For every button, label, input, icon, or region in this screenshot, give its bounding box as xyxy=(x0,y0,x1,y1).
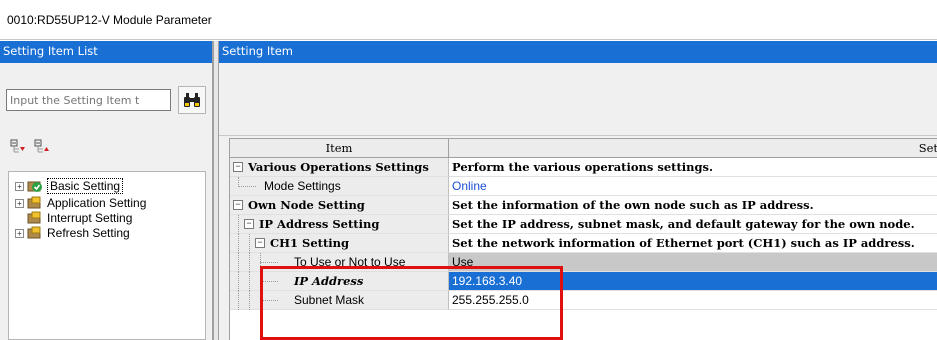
row-value: Perform the various operations settings. xyxy=(449,158,937,177)
row-item-cell: To Use or Not to Use xyxy=(230,253,449,272)
row-item-label: CH1 Setting xyxy=(270,236,350,250)
expand-toggle[interactable]: + xyxy=(15,228,24,238)
row-item-label: Various Operations Settings xyxy=(248,160,429,174)
grid-row[interactable]: Mode Settings Online xyxy=(230,177,937,196)
setting-item-list-header: Setting Item List xyxy=(0,41,212,63)
folder-icon xyxy=(27,196,41,209)
grid-row[interactable]: − CH1 Setting Set the network informatio… xyxy=(230,234,937,253)
grid-row-selected[interactable]: IP Address 192.168.3.40 xyxy=(230,272,937,291)
column-header-setting[interactable]: Set xyxy=(449,139,937,158)
tree-item-interrupt-setting[interactable]: Interrupt Setting xyxy=(27,210,132,226)
setting-grid: Item Set − Various Operations Settings P… xyxy=(229,138,937,340)
tree-tools xyxy=(10,139,50,155)
row-value[interactable]: Use xyxy=(449,253,937,272)
row-value: Set the network information of Ethernet … xyxy=(449,234,937,253)
tree-label: Refresh Setting xyxy=(47,226,130,240)
grid-header: Item Set xyxy=(230,139,937,158)
grid-row[interactable]: To Use or Not to Use Use xyxy=(230,253,937,272)
row-value: Set the information of the own node such… xyxy=(449,196,937,215)
row-item-cell: − Own Node Setting xyxy=(230,196,449,215)
setting-toolbar-area xyxy=(219,63,937,136)
tree-label: Interrupt Setting xyxy=(47,211,133,225)
row-item-label: IP Address Setting xyxy=(259,217,380,231)
collapse-toggle[interactable]: − xyxy=(233,200,243,210)
grid-row[interactable]: − Various Operations Settings Perform th… xyxy=(230,158,937,177)
setting-item-header: Setting Item xyxy=(219,41,937,63)
search-button[interactable] xyxy=(178,86,206,114)
setting-item-list-pane: Setting Item List Input the Setting Item… xyxy=(0,41,213,340)
check-folder-icon xyxy=(27,181,42,192)
grid-row[interactable]: − Own Node Setting Set the information o… xyxy=(230,196,937,215)
collapse-all-icon[interactable] xyxy=(34,139,50,155)
tree-label: Basic Setting xyxy=(47,178,124,194)
tree-item-refresh-setting[interactable]: + Refresh Setting xyxy=(15,225,130,241)
row-value: Set the IP address, subnet mask, and def… xyxy=(449,215,937,234)
expand-toggle[interactable]: + xyxy=(15,181,24,191)
row-item-label: Subnet Mask xyxy=(294,293,365,307)
row-item-label: Mode Settings xyxy=(264,179,341,193)
grid-row[interactable]: Subnet Mask 255.255.255.0 xyxy=(230,291,937,310)
folder-icon xyxy=(27,226,41,239)
setting-tree: + Basic Setting + Application Setting In… xyxy=(8,171,206,340)
binoculars-icon xyxy=(184,93,200,107)
row-item-cell: − Various Operations Settings xyxy=(230,158,449,177)
row-item-cell: Subnet Mask xyxy=(230,291,449,310)
search-input[interactable] xyxy=(6,89,171,111)
expand-toggle[interactable]: + xyxy=(15,198,24,208)
collapse-toggle[interactable]: − xyxy=(255,238,265,248)
folder-icon xyxy=(27,211,41,224)
tree-label: Application Setting xyxy=(47,196,147,210)
row-item-cell: − IP Address Setting xyxy=(230,215,449,234)
row-item-label: IP Address xyxy=(294,274,364,288)
row-value[interactable]: 192.168.3.40 xyxy=(449,272,937,291)
row-item-cell: Mode Settings xyxy=(230,177,449,196)
tree-item-application-setting[interactable]: + Application Setting xyxy=(15,195,146,211)
row-item-cell: IP Address xyxy=(230,272,449,291)
row-value[interactable]: 255.255.255.0 xyxy=(449,291,937,310)
setting-item-pane: Setting Item Item Set − Various Operatio… xyxy=(219,41,937,340)
column-header-item[interactable]: Item xyxy=(230,139,449,158)
collapse-toggle[interactable]: − xyxy=(233,162,243,172)
row-item-label: Own Node Setting xyxy=(248,198,365,212)
tree-item-basic-setting[interactable]: + Basic Setting xyxy=(15,178,124,194)
grid-row[interactable]: − IP Address Setting Set the IP address,… xyxy=(230,215,937,234)
window-title: 0010:RD55UP12-V Module Parameter xyxy=(0,0,937,40)
row-item-label: To Use or Not to Use xyxy=(294,255,406,269)
expand-all-icon[interactable] xyxy=(10,139,26,155)
row-item-cell: − CH1 Setting xyxy=(230,234,449,253)
collapse-toggle[interactable]: − xyxy=(244,219,254,229)
row-value[interactable]: Online xyxy=(449,177,937,196)
